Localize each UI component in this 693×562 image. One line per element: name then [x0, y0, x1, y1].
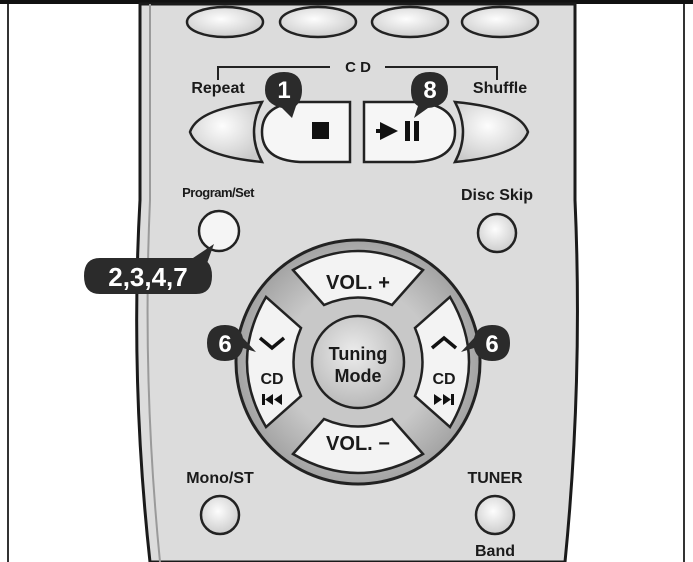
tuner-band-button[interactable]	[474, 494, 516, 536]
cd-section-label: C D	[345, 59, 371, 76]
tuning-mode-line2: Mode	[335, 366, 382, 386]
cd-left-label: CD	[260, 371, 283, 388]
svg-text:6: 6	[485, 331, 498, 358]
tuner-label: TUNER	[467, 470, 523, 487]
svg-text:1: 1	[277, 77, 290, 104]
top-button-4[interactable]	[460, 5, 540, 39]
mono-st-label: Mono/ST	[186, 470, 254, 487]
program-set-label: Program/Set	[182, 185, 255, 200]
vol-minus-label: VOL. −	[326, 433, 390, 455]
svg-text:8: 8	[423, 77, 436, 104]
vol-plus-label: VOL. +	[326, 272, 390, 294]
mono-st-button[interactable]	[199, 494, 241, 536]
remote-control-diagram: C D Repeat Shuffle 1 8 Program/Set 2,3,4…	[0, 0, 693, 562]
top-button-2[interactable]	[278, 5, 358, 39]
top-button-1[interactable]	[185, 5, 265, 39]
stop-square-icon	[312, 122, 329, 139]
cd-right-label: CD	[432, 371, 455, 388]
tuning-mode-line1: Tuning	[329, 344, 388, 364]
top-button-3[interactable]	[370, 5, 450, 39]
band-label: Band	[475, 543, 515, 560]
disc-skip-button[interactable]	[476, 212, 518, 254]
repeat-label: Repeat	[191, 80, 245, 97]
svg-text:6: 6	[218, 331, 231, 358]
program-set-button[interactable]	[197, 209, 241, 253]
disc-skip-label: Disc Skip	[461, 187, 533, 204]
shuffle-label: Shuffle	[473, 80, 527, 97]
svg-text:2,3,4,7: 2,3,4,7	[108, 262, 188, 292]
stop-button[interactable]	[260, 100, 352, 164]
